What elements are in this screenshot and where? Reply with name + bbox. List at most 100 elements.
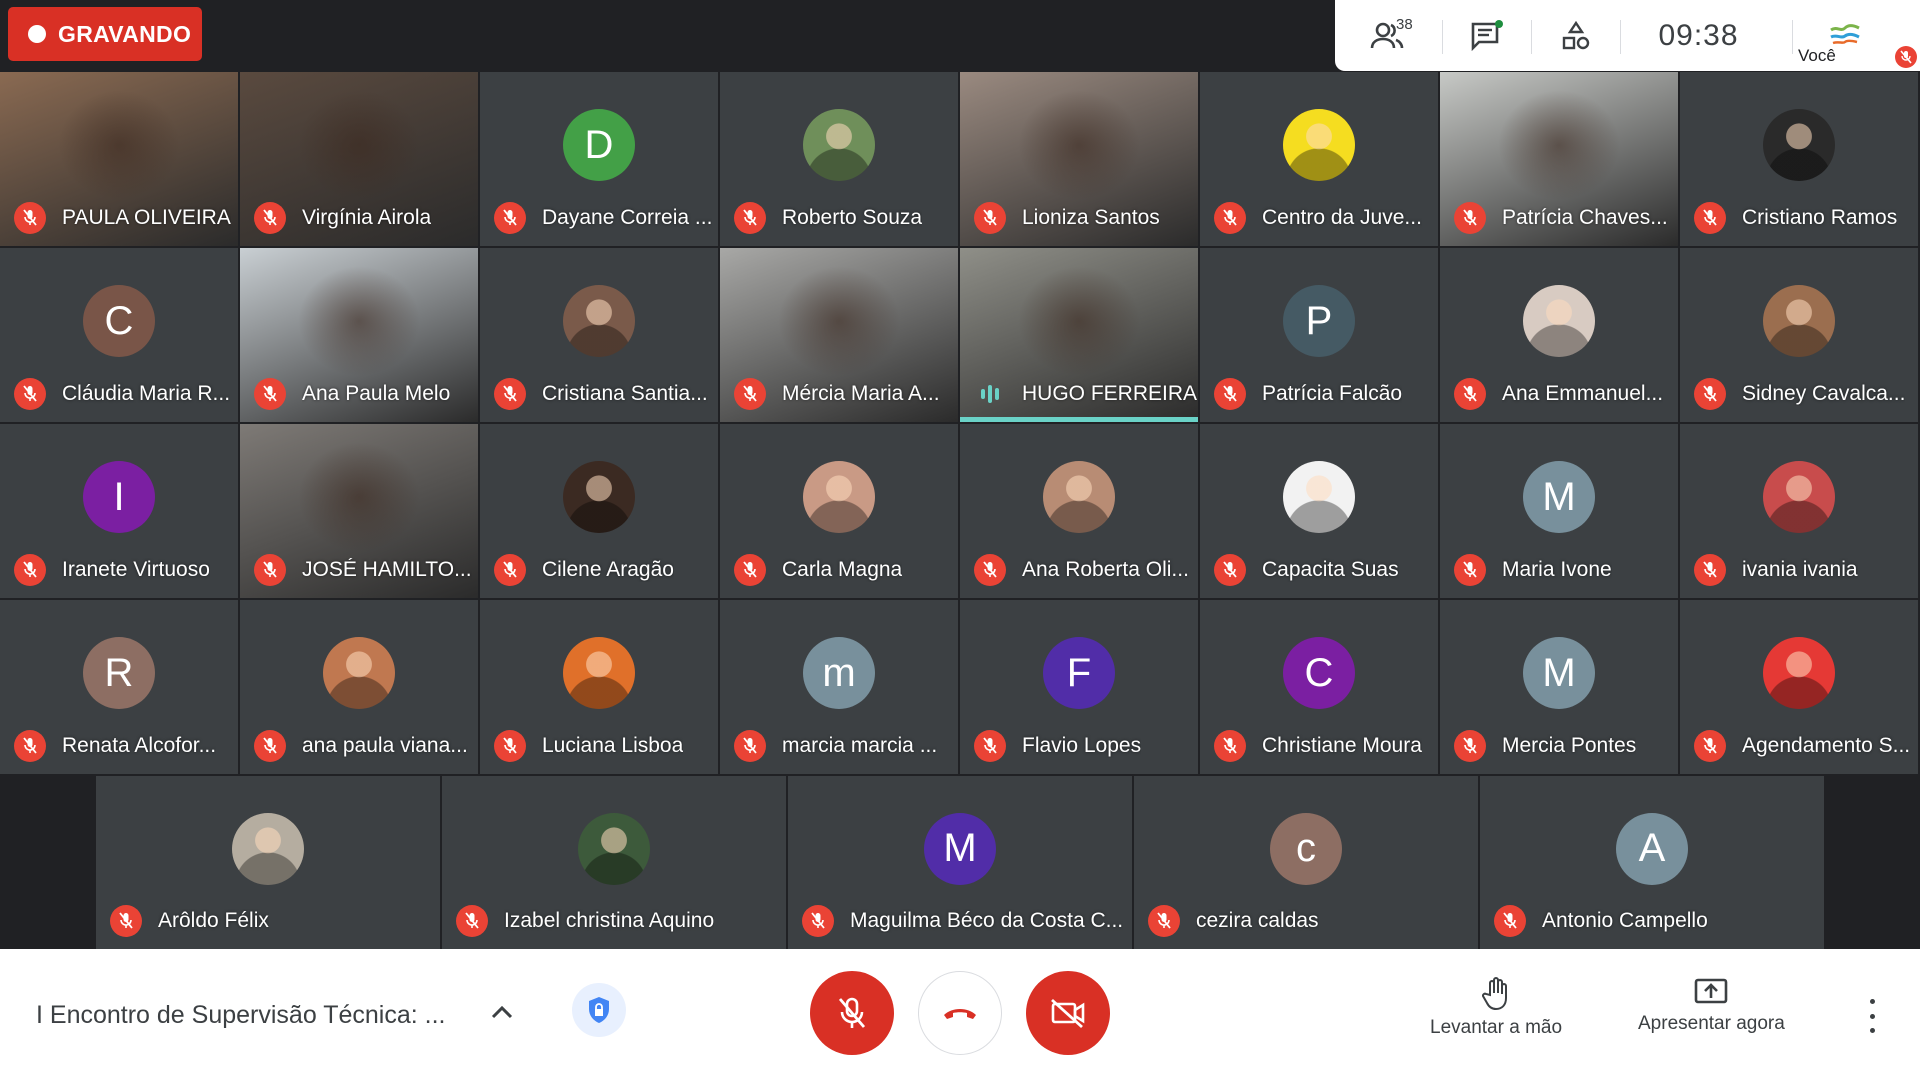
participant-tile[interactable]: Agendamento S... xyxy=(1680,600,1918,774)
participant-tile[interactable]: m marcia marcia ... xyxy=(720,600,958,774)
meeting-clock: 09:38 xyxy=(1658,18,1739,52)
participant-name: ivania ivania xyxy=(1742,558,1858,581)
participant-tile[interactable]: Cristiano Ramos xyxy=(1680,72,1918,246)
participant-name-bar: Patrícia Falcão xyxy=(1214,378,1402,410)
activities-button[interactable] xyxy=(1532,0,1620,71)
present-screen-icon xyxy=(1695,978,1728,1004)
participant-tile[interactable]: JOSÉ HAMILTO... xyxy=(240,424,478,598)
participant-tile[interactable]: PAULA OLIVEIRA xyxy=(0,72,238,246)
participant-tile[interactable]: c cezira caldas xyxy=(1134,776,1478,949)
participant-photo-avatar xyxy=(578,812,650,885)
participant-tile[interactable]: Cristiana Santia... xyxy=(480,248,718,422)
participant-tile[interactable]: F Flavio Lopes xyxy=(960,600,1198,774)
participant-name-bar: Christiane Moura xyxy=(1214,730,1422,762)
participant-name: Flavio Lopes xyxy=(1022,734,1142,757)
participant-photo-avatar xyxy=(1043,461,1115,533)
host-controls-button[interactable] xyxy=(572,983,626,1037)
mic-off-icon xyxy=(1454,202,1486,234)
participant-tile[interactable]: Virgínia Airola xyxy=(240,72,478,246)
participant-initial-avatar: c xyxy=(1270,812,1342,885)
mic-off-icon xyxy=(802,905,834,937)
participant-tile[interactable]: Capacita Suas xyxy=(1200,424,1438,598)
mic-off-icon xyxy=(14,378,46,410)
participant-tile[interactable]: R Renata Alcofor... xyxy=(0,600,238,774)
leave-call-button[interactable] xyxy=(918,971,1002,1055)
participant-name-bar: Dayane Correia ... xyxy=(494,202,712,234)
participant-name: Cilene Aragão xyxy=(542,558,674,581)
participant-initial-avatar: M xyxy=(1523,637,1595,709)
participant-tile[interactable]: C Christiane Moura xyxy=(1200,600,1438,774)
meeting-details-button[interactable] xyxy=(487,997,517,1027)
meeting-title[interactable]: I Encontro de Supervisão Técnica: ... xyxy=(36,1001,446,1030)
participant-name-bar: Ana Paula Melo xyxy=(254,378,450,410)
participant-name-bar: Agendamento S... xyxy=(1694,730,1910,762)
participant-tile[interactable]: Ana Emmanuel... xyxy=(1440,248,1678,422)
mic-off-icon xyxy=(734,554,766,586)
participant-name-bar: Cláudia Maria R... xyxy=(14,378,230,410)
participant-tile[interactable]: M Mercia Pontes xyxy=(1440,600,1678,774)
camera-toggle-button[interactable] xyxy=(1026,971,1110,1055)
participant-tile[interactable]: M Maguilma Béco da Costa C... xyxy=(788,776,1132,949)
participant-tile[interactable]: Roberto Souza xyxy=(720,72,958,246)
hangup-icon xyxy=(944,1009,976,1019)
mic-off-icon xyxy=(974,730,1006,762)
participant-tile[interactable]: Centro da Juve... xyxy=(1200,72,1438,246)
participant-tile[interactable]: Patrícia Chaves... xyxy=(1440,72,1678,246)
participant-name-bar: HUGO FERREIRA xyxy=(974,378,1197,410)
participant-name-bar: Roberto Souza xyxy=(734,202,922,234)
recording-label: GRAVANDO xyxy=(58,20,192,47)
participant-tile[interactable]: Lioniza Santos xyxy=(960,72,1198,246)
participant-initial-avatar: P xyxy=(1283,285,1355,357)
participant-tile[interactable]: ivania ivania xyxy=(1680,424,1918,598)
mic-off-icon xyxy=(974,554,1006,586)
participant-tile[interactable]: D Dayane Correia ... xyxy=(480,72,718,246)
mic-off-icon xyxy=(110,905,142,937)
participant-name-bar: Centro da Juve... xyxy=(1214,202,1422,234)
participant-name-bar: marcia marcia ... xyxy=(734,730,937,762)
present-now-button[interactable]: Apresentar agora xyxy=(1638,977,1785,1035)
participant-tile[interactable]: Sidney Cavalca... xyxy=(1680,248,1918,422)
chat-button[interactable] xyxy=(1443,0,1531,71)
participant-initial-avatar: I xyxy=(83,461,155,533)
mic-off-icon xyxy=(494,730,526,762)
more-options-button[interactable] xyxy=(1860,999,1884,1033)
participant-tile[interactable]: Carla Magna xyxy=(720,424,958,598)
participant-tile[interactable]: Cilene Aragão xyxy=(480,424,718,598)
participant-photo-avatar xyxy=(563,637,635,709)
mic-off-icon xyxy=(838,997,866,1028)
mic-off-icon xyxy=(1454,378,1486,410)
participant-tile[interactable]: Ana Paula Melo xyxy=(240,248,478,422)
participant-tile[interactable]: Mércia Maria A... xyxy=(720,248,958,422)
participant-tile[interactable]: M Maria Ivone xyxy=(1440,424,1678,598)
recording-badge: GRAVANDO xyxy=(8,7,202,61)
mic-off-icon xyxy=(14,202,46,234)
self-mic-off-icon xyxy=(1895,46,1917,68)
participant-tile[interactable]: A Antonio Campello xyxy=(1480,776,1824,949)
participant-tile[interactable]: P Patrícia Falcão xyxy=(1200,248,1438,422)
participant-tile[interactable]: HUGO FERREIRA xyxy=(960,248,1198,422)
participant-name: Mércia Maria A... xyxy=(782,382,940,405)
participant-photo-avatar xyxy=(803,461,875,533)
participant-photo-avatar xyxy=(1763,109,1835,181)
recording-dot-icon xyxy=(28,25,46,43)
participant-tile[interactable]: Luciana Lisboa xyxy=(480,600,718,774)
participant-tile[interactable]: Izabel christina Aquino xyxy=(442,776,786,949)
participant-name: Agendamento S... xyxy=(1742,734,1911,757)
participant-tile[interactable]: Arôldo Félix xyxy=(96,776,440,949)
participant-tile[interactable]: Ana Roberta Oli... xyxy=(960,424,1198,598)
activities-icon xyxy=(1562,20,1590,49)
participant-tile[interactable]: I Iranete Virtuoso xyxy=(0,424,238,598)
participant-tile[interactable]: ana paula viana... xyxy=(240,600,478,774)
microphone-toggle-button[interactable] xyxy=(810,971,894,1055)
mic-off-icon xyxy=(1694,730,1726,762)
participant-name: Izabel christina Aquino xyxy=(504,909,715,932)
speaking-indicator-icon xyxy=(974,378,1006,410)
participant-photo-avatar xyxy=(1763,637,1835,709)
participant-tile[interactable]: C Cláudia Maria R... xyxy=(0,248,238,422)
participant-name: Christiane Moura xyxy=(1262,734,1422,757)
mic-off-icon xyxy=(1454,554,1486,586)
mic-off-icon xyxy=(494,202,526,234)
people-button[interactable] xyxy=(1355,0,1419,71)
raise-hand-button[interactable]: Levantar a mão xyxy=(1430,977,1562,1039)
bottom-controls-bar: I Encontro de Supervisão Técnica: ... Le… xyxy=(0,949,1920,1080)
